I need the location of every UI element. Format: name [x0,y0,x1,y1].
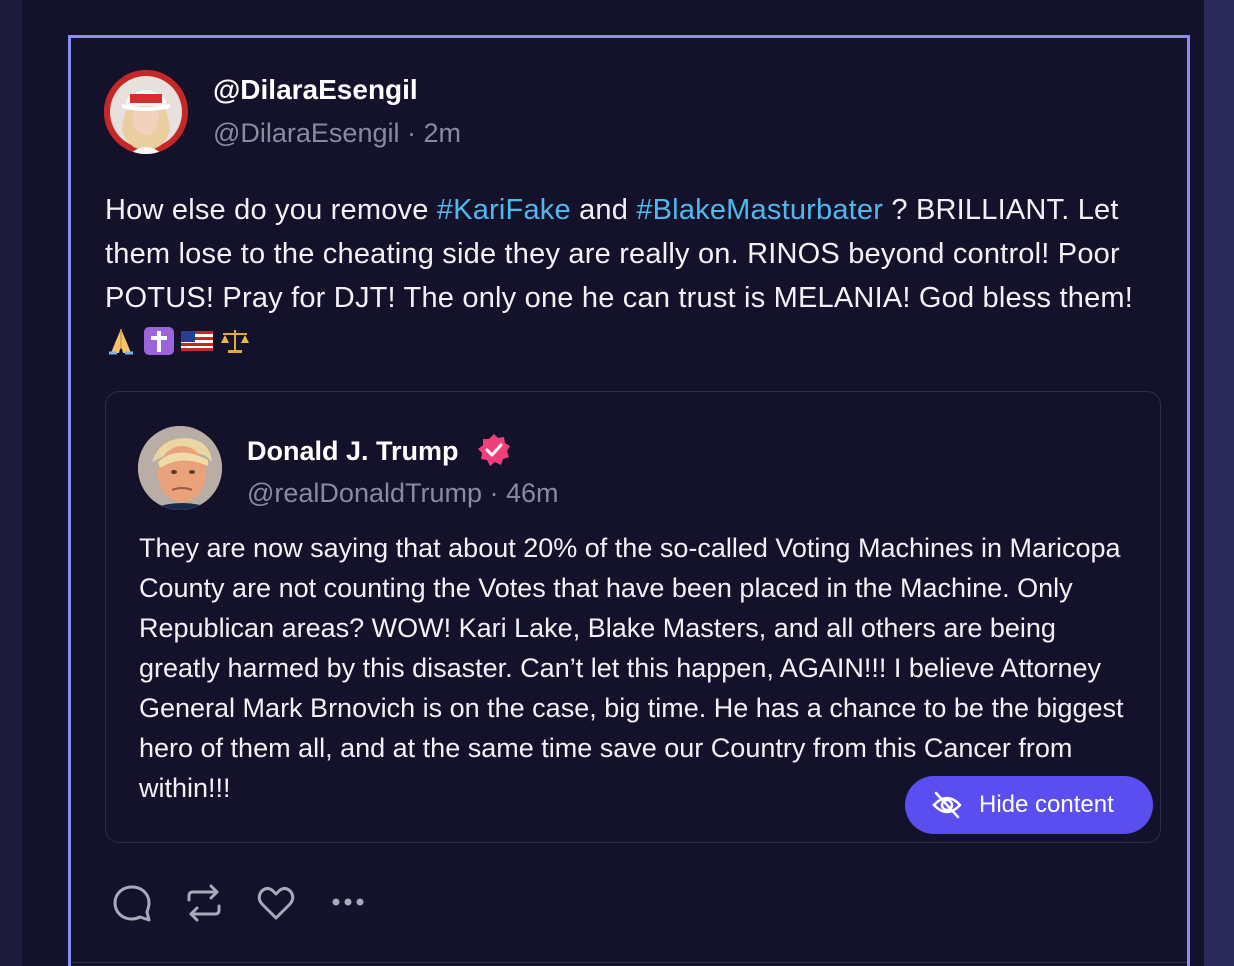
quoted-post-text: They are now saying that about 20% of th… [139,533,1124,803]
hide-content-button[interactable]: Hide content [905,776,1153,834]
quoted-author-name[interactable]: Donald J. Trump [247,436,459,467]
like-icon[interactable] [255,882,297,924]
post-text: How else do you remove #KariFake and #Bl… [105,188,1175,364]
latin-cross-emoji [143,324,175,355]
post-time[interactable]: 2m [423,118,461,148]
hashtag-blakemasturbater[interactable]: #BlakeMasturbater [636,194,883,226]
author-avatar[interactable] [104,70,188,154]
verified-badge-icon [478,434,510,466]
author-handle[interactable]: @DilaraEsengil [213,118,399,148]
post-text-part2: and [570,194,637,226]
us-flag-emoji [181,324,213,352]
quoted-post-time[interactable]: 46m [506,478,559,508]
right-panel-edge [1204,0,1234,966]
reply-icon[interactable] [111,882,153,924]
author-meta: @DilaraEsengil · 2m [213,118,461,149]
post-divider [71,962,1187,963]
meta-separator: · [399,118,424,148]
hide-content-label: Hide content [979,791,1114,818]
left-panel-edge [0,0,22,966]
repost-icon[interactable] [183,882,225,924]
quoted-author-meta: @realDonaldTrump · 46m [247,478,559,509]
quoted-meta-separator: · [482,478,506,508]
post-text-part1: How else do you remove [105,194,437,226]
post-card[interactable]: @DilaraEsengil @DilaraEsengil · 2m How e… [68,35,1190,966]
eye-slash-icon [932,791,962,819]
page: @DilaraEsengil @DilaraEsengil · 2m How e… [0,0,1234,966]
folded-hands-emoji [105,324,137,355]
quoted-author-avatar[interactable] [138,426,222,510]
quoted-author-handle[interactable]: @realDonaldTrump [247,478,482,508]
hashtag-karifake[interactable]: #KariFake [437,194,571,226]
feed-column: @DilaraEsengil @DilaraEsengil · 2m How e… [22,0,1204,966]
author-display-name[interactable]: @DilaraEsengil [213,74,418,106]
balance-scale-emoji [219,324,251,353]
more-icon[interactable] [327,882,369,924]
